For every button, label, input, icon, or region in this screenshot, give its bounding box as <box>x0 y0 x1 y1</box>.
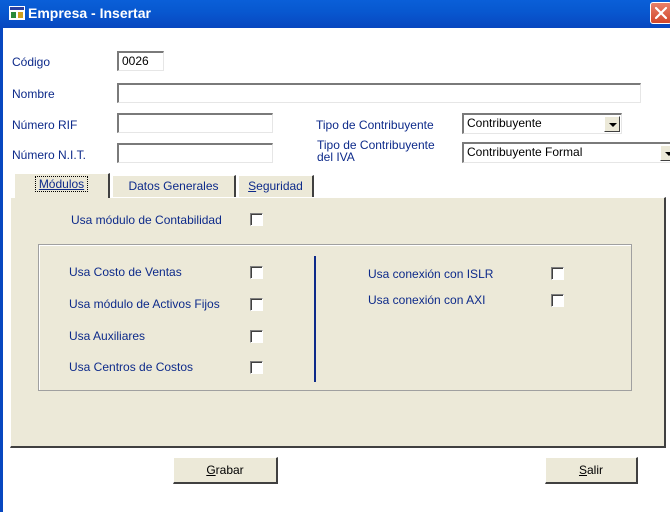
centros-costos-checkbox[interactable] <box>250 361 263 374</box>
tab-seguridad-label-accel: S <box>248 179 257 193</box>
salir-button[interactable]: Salir <box>545 457 638 484</box>
close-button[interactable] <box>650 2 670 24</box>
chevron-down-icon[interactable] <box>660 145 670 161</box>
centros-costos-label: Usa Centros de Costos <box>69 360 194 374</box>
activos-fijos-label: Usa módulo de Activos Fijos <box>69 297 220 311</box>
grabar-label: rabar <box>215 463 244 477</box>
tab-seguridad[interactable]: Seguridad <box>238 175 314 197</box>
tipo-iva-value: Contribuyente Formal <box>467 145 583 159</box>
tab-datos-generales-label: Datos Generales <box>128 179 219 193</box>
title-bar[interactable]: Empresa - Insertar <box>0 0 670 28</box>
nombre-label: Nombre <box>12 87 55 101</box>
salir-accel: S <box>578 463 587 477</box>
nombre-field[interactable] <box>117 83 641 103</box>
rif-label: Número RIF <box>12 118 78 132</box>
auxiliares-checkbox[interactable] <box>250 330 263 343</box>
tipo-contribuyente-select[interactable]: Contribuyente <box>462 113 622 134</box>
nit-field[interactable] <box>117 143 273 163</box>
window-title: Empresa - Insertar <box>28 5 151 21</box>
activos-fijos-checkbox[interactable] <box>250 298 263 311</box>
tab-datos-generales[interactable]: Datos Generales <box>112 175 236 197</box>
nit-label: Número N.I.T. <box>12 148 87 162</box>
tipo-iva-label-line2: del IVA <box>317 150 355 164</box>
auxiliares-label: Usa Auxiliares <box>69 329 146 343</box>
codigo-label: Código <box>12 55 51 69</box>
tab-seguridad-label: eguridad <box>256 179 303 193</box>
window-border <box>0 28 3 512</box>
rif-field[interactable] <box>117 113 273 133</box>
chevron-down-icon[interactable] <box>604 116 620 132</box>
tipo-contribuyente-value: Contribuyente <box>467 116 542 130</box>
axi-label: Usa conexión con AXI <box>368 293 486 307</box>
tipo-iva-label: Tipo de Contribuyente del IVA <box>317 139 435 163</box>
app-window-icon <box>9 6 25 20</box>
islr-checkbox[interactable] <box>551 267 564 280</box>
groupbox-divider <box>314 256 316 382</box>
contabilidad-label: Usa módulo de Contabilidad <box>71 213 222 227</box>
costo-ventas-checkbox[interactable] <box>250 266 263 279</box>
grabar-button[interactable]: Grabar <box>173 457 278 484</box>
grabar-accel: G <box>206 463 216 477</box>
codigo-field[interactable]: 0026 <box>117 51 164 71</box>
empresa-insertar-window: Empresa - Insertar Código 0026 Nombre Nú… <box>0 0 670 512</box>
contabilidad-checkbox[interactable] <box>250 213 263 226</box>
tab-modulos[interactable]: Módulos <box>14 173 110 198</box>
salir-label: alir <box>587 463 604 477</box>
tipo-iva-select[interactable]: Contribuyente Formal <box>462 142 670 163</box>
axi-checkbox[interactable] <box>551 294 564 307</box>
tab-modulos-label: Módulos <box>34 176 89 192</box>
costo-ventas-label: Usa Costo de Ventas <box>69 265 182 279</box>
islr-label: Usa conexión con ISLR <box>368 267 494 281</box>
tipo-contribuyente-label: Tipo de Contribuyente <box>316 118 434 132</box>
close-icon <box>654 6 668 20</box>
